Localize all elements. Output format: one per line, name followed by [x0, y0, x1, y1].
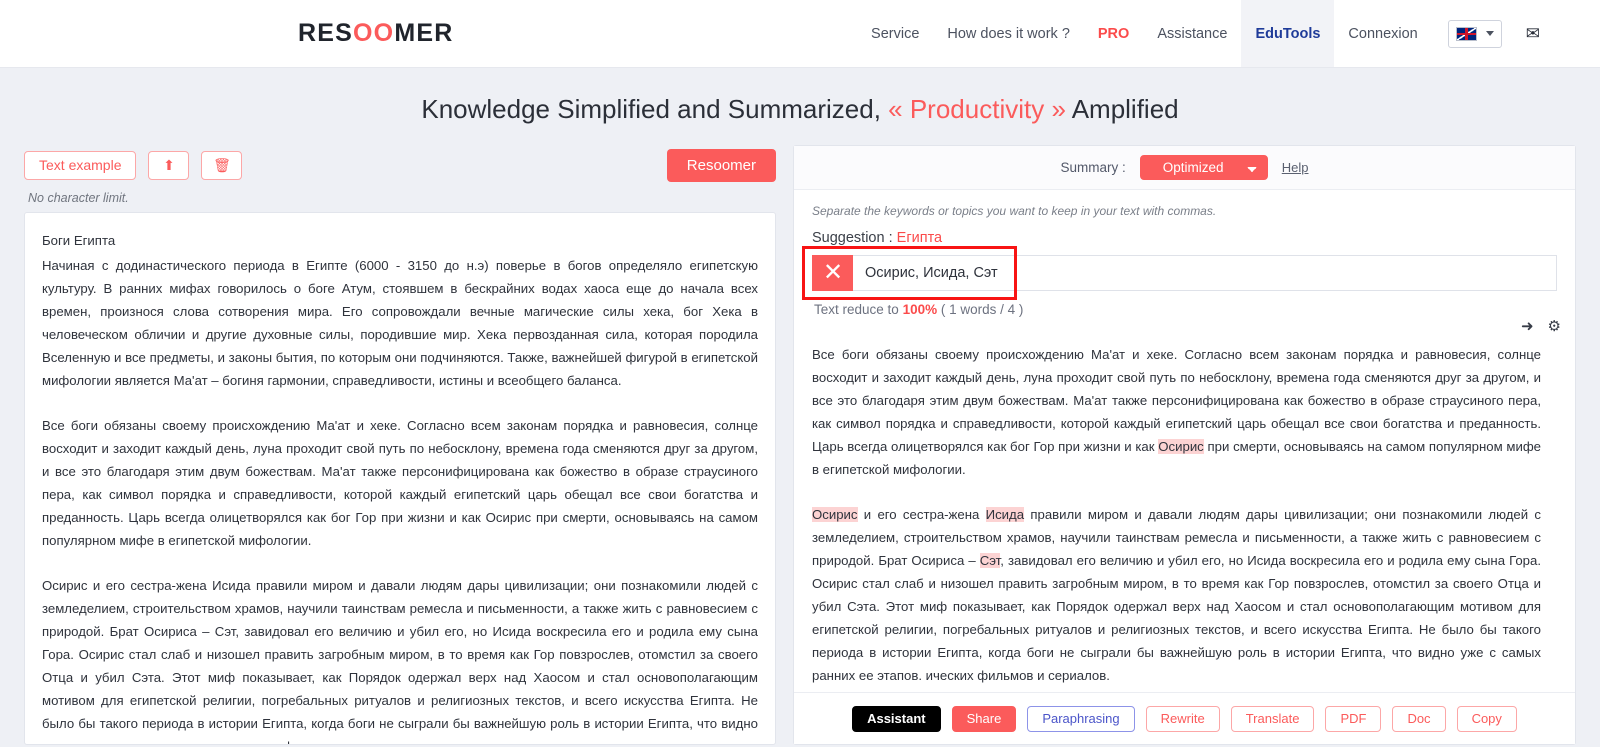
summary-tools: ➜ ⚙: [1521, 317, 1561, 335]
upload-icon[interactable]: ⬆: [148, 150, 190, 180]
logo-suffix: MER: [394, 19, 454, 47]
hero-part2: Amplified: [1065, 94, 1179, 124]
source-paragraph: Осирис и его сестра-жена Исида правили м…: [42, 578, 758, 744]
reduce-suffix: ( 1 words / 4 ): [937, 302, 1024, 317]
summary-text: Все боги обязаны своему происхождению Ма…: [812, 347, 1541, 454]
chevron-down-icon: [1485, 31, 1494, 36]
rewrite-button[interactable]: Rewrite: [1145, 705, 1220, 732]
suggestion-label: Suggestion :: [812, 230, 897, 246]
logo[interactable]: RES OO MER: [298, 0, 453, 67]
source-paragraph: Все боги обязаны своему происхождению Ма…: [42, 418, 758, 548]
hero-accent: « Productivity »: [888, 94, 1066, 124]
doc-button[interactable]: Doc: [1392, 705, 1446, 732]
assistant-button[interactable]: Assistant: [852, 705, 941, 732]
nav-item-how-does-it-work[interactable]: How does it work ?: [933, 0, 1084, 67]
text-example-button[interactable]: Text example: [24, 150, 137, 180]
keyword-highlight: Осирис: [1158, 439, 1204, 454]
nav-item-edutools[interactable]: EduTools: [1241, 0, 1335, 67]
input-column: Text example ⬆ 🗑 Resoomer No character l…: [24, 145, 776, 745]
paraphrasing-button[interactable]: Paraphrasing: [1027, 705, 1135, 732]
summary-text: , завидовал его величию и убил его, но И…: [812, 553, 1541, 683]
nav-item-connexion[interactable]: Connexion: [1334, 0, 1431, 67]
translate-button[interactable]: Translate: [1230, 705, 1315, 732]
language-selector[interactable]: [1447, 19, 1502, 48]
summary-text: и его сестра-жена: [857, 507, 986, 522]
gear-icon[interactable]: ⚙: [1548, 317, 1561, 335]
keyword-highlight: Осирис: [812, 507, 858, 522]
resoomer-button[interactable]: Resoomer: [666, 148, 776, 182]
summary-card: Summary : Optimized Help Separate the ke…: [793, 145, 1576, 745]
page-title: Knowledge Simplified and Summarized, « P…: [0, 68, 1600, 145]
suggestion-line: Suggestion : Египта: [812, 230, 1557, 246]
summary-column: Summary : Optimized Help Separate the ke…: [793, 145, 1576, 745]
copy-button[interactable]: Copy: [1456, 705, 1517, 732]
logo-mid: OO: [353, 19, 395, 47]
nav-item-assistance[interactable]: Assistance: [1143, 0, 1241, 67]
source-doc-title: Боги Египта: [42, 233, 116, 248]
text-reduce-status: Text reduce to 100% ( 1 words / 4 ): [814, 302, 1557, 317]
summary-paragraph: Осирис и его сестра-жена Исида правили м…: [812, 503, 1541, 687]
envelope-icon[interactable]: ✉: [1526, 24, 1540, 44]
suggestion-value[interactable]: Египта: [897, 230, 942, 246]
source-paragraph: Начиная с додинастического периода в Еги…: [42, 258, 758, 388]
main-nav: Service How does it work ? PRO Assistanc…: [857, 0, 1600, 67]
keyword-highlight: Исида: [985, 507, 1025, 522]
summary-paragraph: Все боги обязаны своему происхождению Ма…: [812, 343, 1541, 481]
summary-mode-select[interactable]: Optimized: [1139, 155, 1268, 180]
summary-output: ➜ ⚙ Все боги обязаны своему происхождени…: [794, 317, 1575, 692]
nav-item-service[interactable]: Service: [857, 0, 933, 67]
help-link[interactable]: Help: [1282, 160, 1309, 175]
keyword-input-row: ✕: [802, 246, 1557, 300]
summary-actions: Assistant Share Paraphrasing Rewrite Tra…: [794, 692, 1575, 744]
summary-header: Summary : Optimized Help: [794, 146, 1575, 190]
logo-prefix: RES: [298, 19, 354, 47]
input-toolbar: Text example ⬆ 🗑 Resoomer: [24, 145, 776, 185]
summary-label: Summary :: [1060, 160, 1126, 175]
close-x-icon[interactable]: ✕: [812, 255, 853, 291]
site-header: RES OO MER Service How does it work ? PRO …: [0, 0, 1600, 68]
hero-part1: Knowledge Simplified and Summarized,: [421, 94, 889, 124]
main-area: Text example ⬆ 🗑 Resoomer No character l…: [0, 145, 1600, 745]
keyword-hint: Separate the keywords or topics you want…: [812, 204, 1217, 218]
nav-item-pro[interactable]: PRO: [1084, 0, 1143, 67]
character-limit-note: No character limit.: [28, 191, 129, 205]
keyword-highlight: Сэт: [979, 553, 1001, 568]
source-text-area[interactable]: Боги Египта Начиная с додинастического п…: [24, 212, 776, 745]
share-arrow-icon[interactable]: ➜: [1521, 317, 1534, 335]
uk-flag-icon: [1455, 26, 1477, 41]
reduce-prefix: Text reduce to: [814, 302, 903, 317]
trash-icon[interactable]: 🗑: [201, 150, 243, 180]
keyword-input[interactable]: [853, 255, 1557, 291]
share-button[interactable]: Share: [951, 705, 1017, 732]
pdf-button[interactable]: PDF: [1325, 705, 1382, 732]
keyword-section: Separate the keywords or topics you want…: [794, 190, 1575, 317]
reduce-percent: 100%: [902, 302, 938, 317]
